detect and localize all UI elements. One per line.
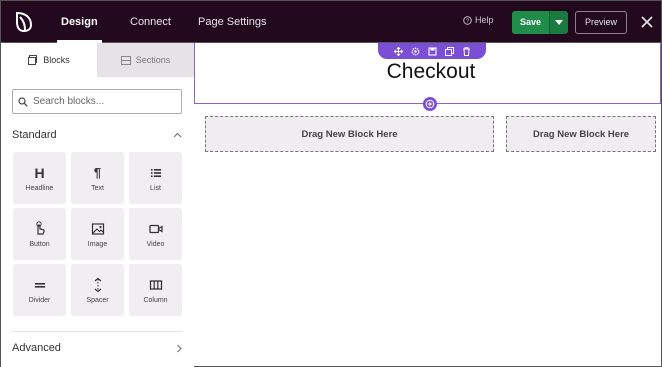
move-icon[interactable] (393, 46, 403, 56)
divider-icon (34, 282, 45, 288)
close-icon[interactable] (639, 14, 655, 30)
block-spacer[interactable]: Spacer (71, 264, 124, 316)
save-button[interactable]: Save (512, 11, 549, 34)
spacer-icon (94, 277, 101, 292)
search-icon (18, 96, 28, 107)
block-label: Spacer (86, 296, 109, 304)
block-label: List (150, 184, 161, 192)
section-toolbar (378, 43, 486, 59)
blocks-panel: Standard H Headline ¶ Text List (1, 77, 194, 367)
block-list[interactable]: List (129, 152, 182, 204)
column-icon (149, 279, 162, 290)
block-button[interactable]: Button (13, 208, 66, 260)
video-icon (148, 224, 163, 233)
blocks-grid: H Headline ¶ Text List Button Image Vide… (13, 152, 183, 320)
drop-zone-column-1[interactable]: Drag New Block Here (205, 116, 494, 152)
page-title[interactable]: Checkout (195, 60, 662, 84)
title-section[interactable]: Checkout (194, 43, 661, 104)
add-section-button[interactable] (423, 97, 437, 111)
drop-zone-column-2[interactable]: Drag New Block Here (506, 116, 656, 152)
block-label: Video (146, 240, 165, 248)
tab-sections-label: Sections (135, 55, 171, 65)
divider (12, 331, 182, 332)
preview-button[interactable]: Preview (575, 11, 627, 34)
block-label: Headline (25, 184, 54, 192)
help-icon: ? (463, 15, 472, 25)
blocks-icon (28, 55, 38, 65)
settings-icon[interactable] (411, 47, 420, 56)
plus-circle-icon (425, 99, 435, 109)
tab-page-settings[interactable]: Page Settings (198, 1, 267, 43)
block-headline[interactable]: H Headline (13, 152, 66, 204)
help-link[interactable]: ? Help (463, 15, 494, 25)
button-click-icon (35, 220, 45, 235)
chevron-right-icon (177, 344, 182, 352)
advanced-label: Advanced (12, 342, 61, 354)
tab-sections[interactable]: Sections (97, 43, 194, 77)
tab-blocks[interactable]: Blocks (1, 43, 97, 77)
paragraph-icon: ¶ (93, 165, 102, 180)
caret-down-icon (555, 20, 563, 25)
help-label: Help (475, 15, 494, 25)
block-divider[interactable]: Divider (13, 264, 66, 316)
seedprod-logo-icon[interactable] (13, 10, 35, 34)
block-label: Button (29, 240, 50, 248)
duplicate-icon[interactable] (444, 46, 454, 56)
block-label: Text (91, 184, 104, 192)
block-image[interactable]: Image (71, 208, 124, 260)
block-label: Image (87, 240, 108, 248)
headline-icon: H (34, 164, 45, 181)
block-video[interactable]: Video (129, 208, 182, 260)
sections-icon (120, 55, 131, 65)
tab-connect[interactable]: Connect (130, 1, 171, 43)
search-box[interactable] (12, 89, 182, 114)
search-input[interactable] (33, 96, 173, 107)
standard-section-header[interactable]: Standard (12, 129, 182, 141)
top-bar: Design Connect Page Settings ? Help Save… (0, 0, 662, 43)
advanced-section-header[interactable]: Advanced (12, 342, 182, 354)
block-label: Divider (28, 296, 51, 304)
list-icon (150, 168, 161, 177)
tab-design[interactable]: Design (57, 1, 102, 43)
block-label: Column (143, 296, 168, 304)
chevron-up-icon (173, 132, 182, 138)
save-options-dropdown[interactable] (549, 11, 568, 34)
tab-blocks-label: Blocks (43, 55, 70, 65)
page-canvas: Checkout Drag New Block Here Drag New Bl… (194, 43, 662, 367)
block-text[interactable]: ¶ Text (71, 152, 124, 204)
sidebar: Blocks Sections Standard H Headline (0, 43, 194, 367)
image-icon (91, 222, 104, 235)
trash-icon[interactable] (462, 46, 471, 56)
standard-label: Standard (12, 129, 57, 141)
save-icon[interactable] (427, 46, 437, 56)
block-column[interactable]: Column (129, 264, 182, 316)
